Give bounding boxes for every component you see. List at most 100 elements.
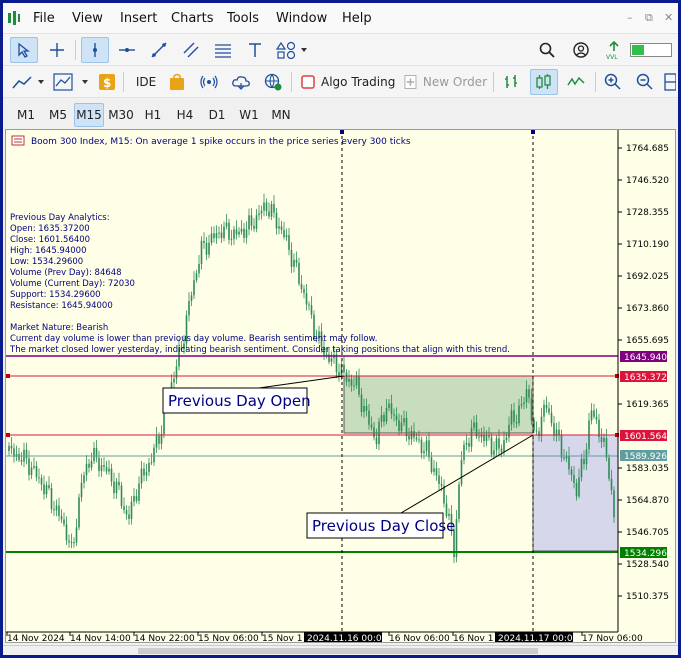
channel-button[interactable] <box>177 37 205 63</box>
previous-day-close-callout[interactable]: Previous Day Close <box>306 512 455 539</box>
candle-body <box>298 263 300 284</box>
candle-body <box>310 305 313 315</box>
indicators-button[interactable] <box>51 69 91 95</box>
cursor-button[interactable] <box>10 37 38 63</box>
candle-body <box>553 423 555 436</box>
timeframe-m15[interactable]: M15 <box>74 103 104 127</box>
timeframe-h1[interactable]: H1 <box>138 103 168 127</box>
candle-body <box>138 483 140 501</box>
candle-body <box>35 466 38 478</box>
timeframe-toolbar: M1 M5 M15 M30 H1 H4 D1 W1 MN <box>3 97 678 130</box>
candle-body <box>153 447 155 463</box>
market-bag-button[interactable] <box>165 69 189 95</box>
community-button[interactable] <box>261 69 285 95</box>
scrollbar-thumb[interactable] <box>138 648 538 654</box>
price-chart[interactable]: Boom 300 Index, M15: On average 1 spike … <box>6 130 675 642</box>
candlestick-button[interactable] <box>530 69 558 95</box>
previous-day-open-callout[interactable]: Previous Day Open <box>162 387 311 414</box>
candle-body <box>155 435 158 448</box>
candle-body <box>370 424 373 428</box>
separator-2-handle[interactable] <box>531 130 535 134</box>
zoom-in-button[interactable] <box>601 69 625 95</box>
search-button[interactable] <box>535 37 559 63</box>
ide-button[interactable]: IDE <box>129 69 163 95</box>
svg-text:VVL: VVL <box>606 54 618 60</box>
candle-body <box>335 354 338 373</box>
menu-window[interactable]: Window <box>276 11 327 26</box>
signals-button[interactable] <box>197 69 221 95</box>
open-price-text: 1635.372 <box>624 373 667 383</box>
close-line-handle[interactable] <box>6 433 10 437</box>
account-button[interactable] <box>569 37 593 63</box>
timeframe-m30[interactable]: M30 <box>106 103 136 127</box>
candle-body <box>545 404 548 409</box>
candle-body <box>10 445 13 449</box>
candle-body <box>495 438 498 451</box>
crosshair-button[interactable] <box>43 37 71 63</box>
candle-body <box>140 468 143 484</box>
market-button[interactable]: $ <box>95 69 119 95</box>
timeframe-d1[interactable]: D1 <box>202 103 232 127</box>
candle-body <box>288 235 290 250</box>
chart-window[interactable]: Boom 300 Index, M15: On average 1 spike … <box>5 129 676 643</box>
open-line-handle[interactable] <box>6 374 10 378</box>
candle-body <box>428 440 430 458</box>
zoom-out-button[interactable] <box>633 69 657 95</box>
zoom-in-icon <box>604 73 621 90</box>
menu-view[interactable]: View <box>72 11 103 26</box>
candle-body <box>160 434 163 444</box>
bar-chart-button[interactable] <box>499 69 525 95</box>
menu-help[interactable]: Help <box>342 11 372 26</box>
fibonacci-button[interactable] <box>209 37 237 63</box>
candle-body <box>215 232 218 239</box>
line-chart-button[interactable] <box>563 69 589 95</box>
minimize-icon[interactable]: – <box>627 11 633 24</box>
close-icon[interactable]: ✕ <box>664 11 673 24</box>
candle-body <box>345 372 348 382</box>
candle-body <box>485 435 488 442</box>
candle-body <box>238 231 240 235</box>
menu-tools[interactable]: Tools <box>227 11 259 26</box>
timeframe-m5[interactable]: M5 <box>43 103 73 127</box>
menu-insert[interactable]: Insert <box>120 11 157 26</box>
connection-status <box>629 37 673 63</box>
trendline-button[interactable] <box>145 37 173 63</box>
algo-trading-label: Algo Trading <box>321 75 396 89</box>
timeframe-h4[interactable]: H4 <box>170 103 200 127</box>
grid-button[interactable] <box>663 69 677 95</box>
close-price-label: 1601.564 <box>620 430 667 442</box>
previous-day-box[interactable] <box>343 375 534 434</box>
candle-body <box>233 229 235 239</box>
text-button[interactable] <box>241 37 269 63</box>
candle-body <box>270 204 273 217</box>
timeframe-mn[interactable]: MN <box>266 103 296 127</box>
new-order-button[interactable]: New Order <box>401 69 487 95</box>
analytics-line: Close: 1601.56400 <box>10 235 90 245</box>
menu-charts[interactable]: Charts <box>171 11 214 26</box>
candle-body <box>63 519 65 525</box>
candle-body <box>265 202 268 212</box>
candle-body <box>108 468 110 472</box>
signal-vvl-button[interactable]: VVL <box>603 37 625 63</box>
candle-body <box>45 485 48 495</box>
candle-body <box>65 524 68 541</box>
algo-trading-button[interactable]: Algo Trading <box>297 69 397 95</box>
separator-1-handle[interactable] <box>340 130 344 134</box>
candle-body <box>115 481 118 494</box>
menu-file[interactable]: File <box>33 11 55 26</box>
horizontal-line-button[interactable] <box>113 37 141 63</box>
candle-body <box>255 215 258 229</box>
line-chart-icon <box>12 76 44 89</box>
vps-button[interactable] <box>229 69 253 95</box>
restore-icon[interactable]: ⧉ <box>645 11 653 25</box>
shapes-button[interactable] <box>273 37 311 63</box>
candle-body <box>203 240 205 243</box>
vertical-line-button[interactable] <box>81 37 109 63</box>
candle-body <box>560 435 563 458</box>
candle-body <box>118 481 120 486</box>
horizontal-scrollbar[interactable] <box>3 645 678 655</box>
chart-type-button[interactable] <box>9 69 47 95</box>
timeframe-w1[interactable]: W1 <box>234 103 264 127</box>
current-day-box[interactable] <box>532 434 619 552</box>
timeframe-m1[interactable]: M1 <box>11 103 41 127</box>
